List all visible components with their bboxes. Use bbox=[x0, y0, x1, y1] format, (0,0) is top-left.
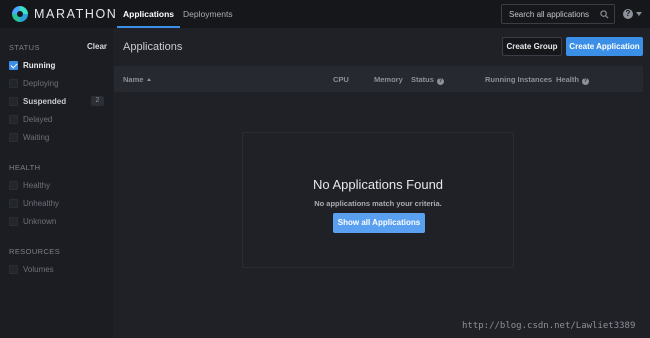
filter-deploying[interactable]: Deploying bbox=[9, 77, 59, 89]
create-group-button[interactable]: Create Group bbox=[502, 37, 562, 56]
health-section-title: HEALTH bbox=[9, 163, 41, 172]
search-input[interactable]: Search all applications bbox=[501, 4, 615, 24]
checkbox-icon[interactable] bbox=[9, 78, 18, 88]
filter-label: Unknown bbox=[23, 216, 57, 226]
marathon-logo[interactable]: MARATHON bbox=[12, 6, 117, 22]
filter-label: Unhealthy bbox=[23, 198, 60, 208]
empty-state-title: No Applications Found bbox=[312, 177, 444, 192]
column-header-running-instances[interactable]: Running Instances bbox=[485, 75, 552, 84]
watermark-text: http://blog.csdn.net/Lawliet3389 bbox=[462, 321, 636, 331]
filter-healthy[interactable]: Healthy bbox=[9, 179, 50, 191]
filter-unknown[interactable]: Unknown bbox=[9, 215, 56, 227]
logo-text: MARATHON bbox=[34, 7, 118, 21]
column-label: Name bbox=[123, 75, 144, 84]
help-icon[interactable]: ? bbox=[581, 78, 589, 85]
filter-waiting[interactable]: Waiting bbox=[9, 131, 49, 143]
suspended-count-badge: 2 bbox=[91, 96, 104, 106]
filter-volumes[interactable]: Volumes bbox=[9, 263, 54, 275]
tab-applications[interactable]: Applications bbox=[116, 0, 181, 28]
clear-filters-button[interactable]: Clear bbox=[87, 42, 107, 51]
column-header-status[interactable]: Status? bbox=[411, 75, 444, 85]
filter-label: Suspended bbox=[23, 96, 67, 106]
checkbox-icon[interactable] bbox=[9, 114, 18, 124]
filter-label: Waiting bbox=[23, 132, 50, 142]
sidebar: STATUS Clear Running Deploying Suspended… bbox=[0, 28, 113, 338]
chevron-down-icon[interactable] bbox=[636, 12, 642, 16]
filter-label: Healthy bbox=[23, 180, 51, 190]
help-icon[interactable]: ? bbox=[436, 78, 444, 85]
column-label: Status bbox=[411, 75, 434, 84]
top-nav-bar: MARATHON Applications Deployments Search… bbox=[0, 0, 650, 28]
tab-deployments[interactable]: Deployments bbox=[183, 0, 233, 28]
filter-suspended[interactable]: Suspended bbox=[9, 95, 66, 107]
show-all-applications-button[interactable]: Show all Applications bbox=[333, 213, 425, 233]
column-header-name[interactable]: Name bbox=[123, 75, 152, 84]
search-icon bbox=[600, 10, 609, 19]
page-title: Applications bbox=[123, 41, 183, 53]
empty-state-panel: No Applications Found No applications ma… bbox=[242, 132, 514, 268]
column-header-health[interactable]: Health? bbox=[556, 75, 589, 85]
filter-label: Running bbox=[23, 60, 56, 70]
checkbox-icon[interactable] bbox=[9, 198, 18, 208]
filter-label: Deploying bbox=[23, 78, 59, 88]
column-header-cpu[interactable]: CPU bbox=[333, 75, 349, 84]
resources-section-title: RESOURCES bbox=[9, 247, 61, 256]
column-header-memory[interactable]: Memory bbox=[374, 75, 403, 84]
checkbox-icon[interactable] bbox=[9, 132, 18, 142]
create-application-button[interactable]: Create Application bbox=[566, 37, 643, 56]
checkbox-icon[interactable] bbox=[9, 96, 18, 106]
search-placeholder: Search all applications bbox=[509, 10, 590, 19]
sort-ascending-icon bbox=[147, 78, 152, 81]
table-header: Name CPU Memory Status? Running Instance… bbox=[114, 66, 643, 92]
filter-delayed[interactable]: Delayed bbox=[9, 113, 52, 125]
filter-running[interactable]: Running bbox=[9, 59, 55, 71]
status-section-title: STATUS bbox=[9, 43, 40, 52]
checkbox-checked-icon[interactable] bbox=[9, 60, 18, 70]
checkbox-icon[interactable] bbox=[9, 264, 18, 274]
empty-state-subtitle: No applications match your criteria. bbox=[314, 199, 442, 208]
filter-label: Delayed bbox=[23, 114, 53, 124]
filter-unhealthy[interactable]: Unhealthy bbox=[9, 197, 59, 209]
column-label: Health bbox=[556, 75, 579, 84]
filter-label: Volumes bbox=[23, 264, 54, 274]
help-icon[interactable]: ? bbox=[623, 9, 633, 19]
marathon-logo-icon bbox=[12, 6, 28, 22]
checkbox-icon[interactable] bbox=[9, 216, 18, 226]
checkbox-icon[interactable] bbox=[9, 180, 18, 190]
